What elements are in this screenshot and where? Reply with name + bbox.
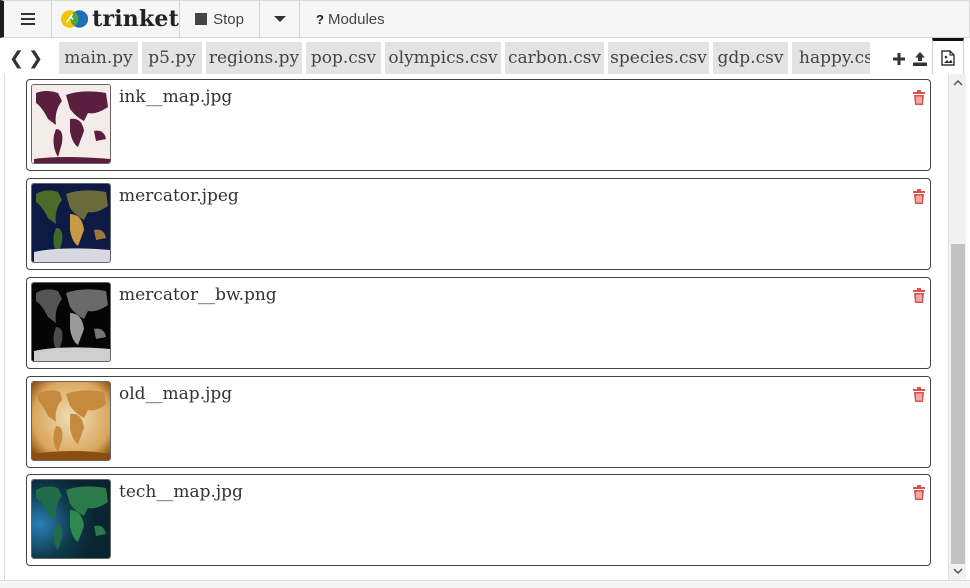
tab-label: main.py — [64, 48, 133, 68]
trinket-logo — [60, 10, 89, 28]
trash-icon[interactable] — [912, 485, 926, 500]
plus-icon[interactable] — [892, 52, 906, 66]
modules-button[interactable]: ? Modules — [300, 1, 385, 37]
tab-pop-csv[interactable]: pop.csv — [306, 42, 381, 74]
stop-label: Stop — [213, 10, 244, 28]
tab-gdp-csv[interactable]: gdp.csv — [713, 42, 788, 74]
tab-happy-csv[interactable]: happy.cs — [792, 42, 870, 74]
ink-map-thumbnail — [31, 84, 111, 164]
list-item[interactable]: mercator.jpeg — [26, 178, 931, 270]
list-item[interactable]: mercator__bw.png — [26, 277, 931, 369]
file-name: mercator.jpeg — [119, 186, 239, 206]
file-name: mercator__bw.png — [119, 285, 277, 305]
image-file-list: ink__map.jpg mercator.jpeg mercator__bw.… — [4, 74, 948, 580]
tech-map-thumbnail — [31, 479, 111, 559]
vertical-scrollbar[interactable] — [948, 74, 966, 580]
run-options-dropdown[interactable] — [260, 1, 300, 37]
tab-carbon-csv[interactable]: carbon.csv — [505, 42, 604, 74]
tab-label: happy.cs — [799, 48, 870, 68]
tab-olympics-csv[interactable]: olympics.csv — [385, 42, 501, 74]
chevron-up-icon — [953, 80, 963, 86]
file-name: ink__map.jpg — [119, 87, 233, 107]
hamburger-icon — [20, 13, 35, 25]
scroll-down-button[interactable] — [949, 564, 967, 578]
modules-label: Modules — [327, 10, 385, 28]
scroll-up-button[interactable] — [949, 76, 967, 90]
stop-button[interactable]: Stop — [180, 1, 260, 37]
trash-icon[interactable] — [912, 189, 926, 204]
tab-label: species.csv — [610, 48, 707, 68]
tab-images[interactable] — [932, 38, 964, 74]
caret-down-icon — [273, 16, 286, 22]
file-name: old__map.jpg — [119, 384, 233, 404]
tab-p5-py[interactable]: p5.py — [142, 42, 202, 74]
tab-label: regions.py — [208, 48, 300, 68]
mercator-thumbnail — [31, 183, 111, 263]
file-tabs-bar: ❮ ❯ main.py p5.py regions.py pop.csv oly… — [0, 38, 970, 74]
brand-name: trinket — [92, 6, 179, 32]
list-item[interactable]: old__map.jpg — [26, 376, 931, 468]
stop-icon — [195, 13, 208, 25]
tab-species-csv[interactable]: species.csv — [608, 42, 709, 74]
tab-label: olympics.csv — [388, 48, 498, 68]
tab-main-py[interactable]: main.py — [59, 42, 138, 74]
bottom-divider — [0, 580, 970, 588]
tab-label: pop.csv — [310, 48, 377, 68]
chevron-down-icon — [953, 568, 963, 574]
image-icon — [941, 49, 955, 66]
menu-button[interactable] — [4, 1, 52, 37]
upload-icon[interactable] — [912, 51, 928, 67]
mercator-bw-thumbnail — [31, 282, 111, 362]
top-toolbar: trinket Stop ? Modules — [0, 0, 970, 38]
trash-icon[interactable] — [912, 288, 926, 303]
tab-label: gdp.csv — [717, 48, 784, 68]
question-icon: ? — [316, 11, 324, 27]
list-item[interactable]: tech__map.jpg — [26, 474, 931, 566]
chevron-right-icon[interactable]: ❯ — [28, 48, 43, 69]
file-name: tech__map.jpg — [119, 482, 243, 502]
trash-icon[interactable] — [912, 387, 926, 402]
old-map-thumbnail — [31, 381, 111, 461]
brand[interactable]: trinket — [52, 1, 180, 37]
tab-label: p5.py — [148, 48, 196, 68]
tab-label: carbon.csv — [507, 48, 602, 68]
chevron-left-icon[interactable]: ❮ — [9, 48, 24, 69]
trash-icon[interactable] — [912, 90, 926, 105]
tab-regions-py[interactable]: regions.py — [206, 42, 302, 74]
list-item[interactable]: ink__map.jpg — [26, 79, 931, 171]
scrollbar-thumb[interactable] — [951, 244, 965, 564]
